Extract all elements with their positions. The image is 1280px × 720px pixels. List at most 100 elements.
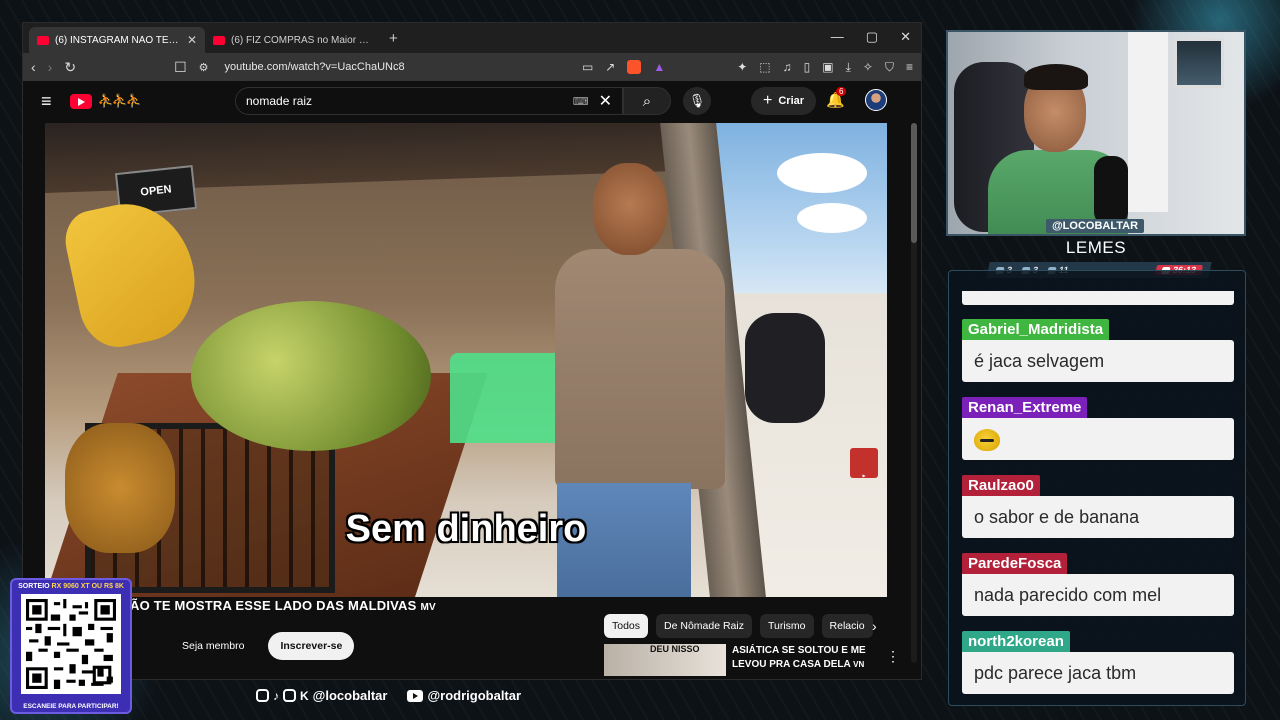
back-icon[interactable]: ‹ [31,59,36,75]
video-info: ÃO TE MOSTRA ESSE LADO DAS MALDIVAS MV Se… [130,598,590,660]
chat-text [962,418,1234,460]
instagram-icon [256,689,269,702]
sorteio-qr-panel: SORTEIO RX 9060 XT OU R$ 8K ESCANEIE PAR… [10,578,132,714]
chip-turismo[interactable]: Turismo [759,614,814,638]
toolbar-icons: ▭ ↗ ▲ ✦ ⬚ ♫ ▯ ▣ ⤓ ✧ ⛉ ≡ [582,60,913,75]
tab-close-icon[interactable]: ✕ [187,33,197,47]
chip-nomade-raiz[interactable]: De Nômade Raiz [656,614,752,638]
window-controls: — ▢ ✕ [831,29,911,45]
search-input[interactable]: nomade raiz ⌨ ✕ [235,87,623,115]
social-handles: ♪ K @locobaltar @rodrigobaltar [256,688,521,703]
extensions-icon[interactable]: ✦ [737,60,747,74]
sorteio-prize: RX 9060 XT OU R$ 8K [51,583,124,590]
plus-icon: + [763,92,773,109]
man-head [593,163,667,255]
chip-todos[interactable]: Todos [604,614,649,638]
share-icon[interactable]: ↗ [605,60,615,74]
more-options-icon[interactable]: ⋮ [886,648,900,665]
window [1174,38,1224,88]
voice-search-button[interactable]: 🎙 [683,87,711,115]
twitch-icon [283,689,296,702]
doodle-icon[interactable]: ⛹⛹⛹ [98,93,143,109]
tiktok-icon: ♪ [273,688,279,703]
banana-bunch [59,192,207,354]
recommended-video[interactable]: DEU NISSO ASIÁTICA SE SOLTOU E ME LEVOU … [604,644,900,676]
previous-message-body [962,291,1234,305]
chat-username: Gabriel_Madridista [962,319,1110,340]
close-window-button[interactable]: ✕ [900,29,911,45]
related-chips: Todos De Nômade Raiz Turismo Relacio [604,614,873,638]
recommended-suffix: VN [853,660,865,669]
social-group-2: @rodrigobaltar [407,688,521,703]
tab-compras[interactable]: (6) FIZ COMPRAS no Maior Shopping da Ch [205,27,381,53]
chat-message: Renan_Extreme [962,397,1234,460]
rewards-icon[interactable]: ▲ [653,60,665,74]
keyboard-icon[interactable]: ⌨ [573,95,589,108]
address-bar: ‹ › ↻ ☐ ⚙ youtube.com/watch?v=UacChaUNc8… [23,53,921,81]
chat-message: Gabriel_Madridista é jaca selvagem [962,319,1234,382]
recommended-thumbnail[interactable]: DEU NISSO [604,644,726,676]
site-info-icon[interactable]: ⚙ [199,61,209,74]
youtube-logo[interactable] [69,93,92,109]
emote-icon [974,429,1000,452]
minimize-button[interactable]: — [831,29,844,45]
channel-buttons: Seja membro Inscrever-se [170,632,355,660]
subscribe-watermark[interactable]: ▶ [850,448,878,478]
search-button[interactable]: ⌕ [623,87,671,115]
youtube-header: ≡ ⛹⛹⛹ nomade raiz ⌨ ✕ ⌕ 🎙 + Criar 🔔 6 [23,81,921,121]
qr-code [21,594,121,694]
recommended-title[interactable]: ASIÁTICA SE SOLTOU E ME LEVOU PRA CASA D… [732,644,882,672]
scrollbar-thumb[interactable] [911,123,917,243]
streamer-name: LEMES [1065,238,1127,257]
kick-icon: K [300,688,309,703]
download-icon[interactable]: ⤓ [846,60,851,75]
youtube-icon [407,689,424,702]
maximize-button[interactable]: ▢ [866,29,878,45]
video-player[interactable]: OPEN Sem dinheiro [45,123,887,597]
subscribe-button[interactable]: Inscrever-se [268,632,355,660]
wallet-icon[interactable]: ▣ [822,60,833,74]
chat-message: ParedeFosca nada parecido com mel [962,553,1234,616]
door [1128,32,1168,212]
search-icon: ⌕ [642,92,652,110]
browser-window: (6) INSTAGRAM NÃO TE MOSTRA E ✕ (6) FIZ … [22,22,922,680]
cast-icon[interactable]: ▭ [582,60,593,74]
menu-icon[interactable]: ≡ [906,60,913,74]
clear-search-icon[interactable]: ✕ [599,91,612,111]
screenshot-icon[interactable]: ⬚ [759,60,770,74]
microphone [1094,156,1128,226]
forward-icon[interactable]: › [48,59,53,75]
brave-shields-icon[interactable] [627,60,642,74]
search-value: nomade raiz [246,94,313,108]
chat-username: Renan_Extreme [962,397,1088,418]
sidebar-icon[interactable]: ▯ [804,60,811,74]
chat-overlay: Gabriel_Madridista é jaca selvagem Renan… [948,270,1246,706]
page-scrollbar[interactable] [911,123,917,663]
music-icon[interactable]: ♫ [783,60,792,74]
bookmark-icon[interactable]: ☐ [174,59,187,76]
sorteio-title: SORTEIO RX 9060 XT OU R$ 8K [12,583,130,590]
account-avatar[interactable] [865,89,887,111]
video-title-text: ÃO TE MOSTRA ESSE LADO DAS MALDIVAS [130,598,417,613]
new-tab-button[interactable]: + [381,30,406,47]
sorteio-prefix: SORTEIO [18,583,52,590]
cloud [777,153,867,193]
url-field[interactable]: youtube.com/watch?v=UacChaUNc8 [225,61,405,73]
chat-text: pdc parece jaca tbm [962,652,1234,694]
hamburger-menu-icon[interactable]: ≡ [41,91,52,112]
streamer-handle: @LOCOBALTAR [1046,219,1144,233]
leo-icon[interactable]: ✧ [863,60,873,74]
chip-relacionados[interactable]: Relacio [821,614,873,638]
chevron-right-icon[interactable]: › [872,618,877,634]
create-button[interactable]: + Criar [751,87,817,115]
man-shirt [555,249,725,489]
vpn-icon[interactable]: ⛉ [885,60,894,75]
streamer-hair [1024,64,1088,90]
join-button[interactable]: Seja membro [170,632,257,660]
tab-instagram[interactable]: (6) INSTAGRAM NÃO TE MOSTRA E ✕ [29,27,205,53]
handle-locobaltar: @locobaltar [312,688,388,703]
reload-icon[interactable]: ↻ [64,59,76,76]
notifications-button[interactable]: 🔔 6 [826,87,847,109]
jackfruit [191,301,431,451]
tab-title: (6) INSTAGRAM NÃO TE MOSTRA E [55,34,181,46]
